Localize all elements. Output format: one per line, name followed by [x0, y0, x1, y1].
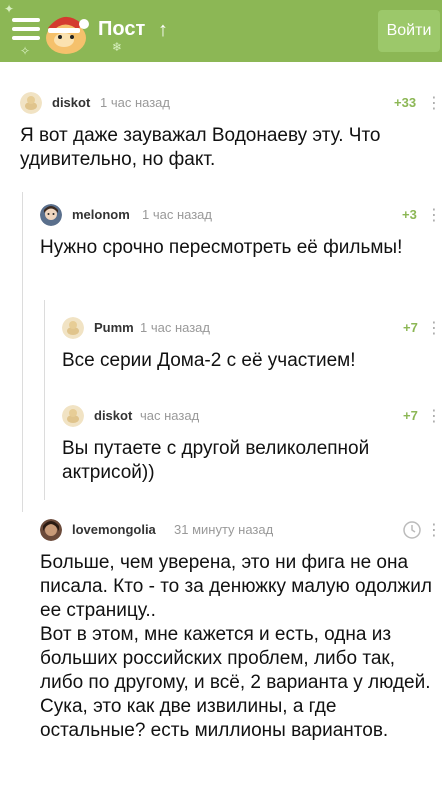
user-photo-avatar[interactable]: [40, 519, 62, 541]
more-vertical-icon[interactable]: ⋮: [426, 93, 442, 113]
garland-decoration: ✦: [4, 2, 15, 16]
scroll-up-icon[interactable]: ↑: [158, 19, 168, 42]
comment-rating: +3: [402, 207, 417, 222]
more-vertical-icon[interactable]: ⋮: [426, 520, 442, 540]
garland-decoration: ✧: [20, 44, 31, 58]
mascot-logo-icon: [46, 16, 89, 54]
more-vertical-icon[interactable]: ⋮: [426, 406, 442, 426]
comment-rating: +33: [394, 95, 417, 110]
comment: Pumm 1 час назад +7 ⋮ Все серии Дома-2 с…: [62, 317, 442, 373]
comment-timestamp: час назад: [140, 408, 200, 423]
default-avatar-icon[interactable]: [62, 405, 84, 427]
comment-text: Больше, чем уверена, это ни фига не она …: [40, 552, 432, 741]
comment-text: Нужно срочно пересмотреть её фильмы!: [40, 237, 403, 258]
login-button[interactable]: Войти: [378, 10, 440, 52]
more-vertical-icon[interactable]: ⋮: [426, 205, 442, 225]
comment-rating: +7: [403, 320, 418, 335]
comment-username[interactable]: melonom: [72, 207, 130, 222]
comment: diskot час назад +7 ⋮ Вы путаете с друго…: [62, 405, 442, 485]
top-bar: ✦ ❄ ✧ Пост ↑ Войти: [0, 0, 442, 62]
comment-text: Все серии Дома-2 с её участием!: [62, 350, 356, 371]
page-title: Пост: [98, 18, 146, 40]
comment-username[interactable]: diskot: [52, 95, 90, 110]
comment-timestamp: 1 час назад: [100, 95, 170, 110]
user-photo-avatar[interactable]: [40, 204, 62, 226]
comment: lovemongolia 31 минуту назад ⋮ Больше, ч…: [40, 519, 442, 743]
comment: melonom 1 час назад +3 ⋮ Нужно срочно пе…: [40, 204, 442, 260]
comment-timestamp: 1 час назад: [142, 207, 212, 222]
comment: diskot 1 час назад +33 ⋮ Я вот даже заув…: [20, 92, 442, 172]
default-avatar-icon[interactable]: [20, 92, 42, 114]
thread-line: [22, 192, 23, 512]
comment-timestamp: 31 минуту назад: [174, 522, 274, 537]
more-vertical-icon[interactable]: ⋮: [426, 318, 442, 338]
comment-text: Я вот даже зауважал Водонаеву эту. Что у…: [20, 125, 381, 170]
comment-timestamp: 1 час назад: [140, 320, 210, 335]
thread-line: [44, 300, 45, 500]
comment-rating: +7: [403, 408, 418, 423]
comment-username[interactable]: diskot: [94, 408, 132, 423]
comment-username[interactable]: Pumm: [94, 320, 134, 335]
garland-decoration: ❄: [112, 40, 123, 54]
comment-username[interactable]: lovemongolia: [72, 522, 156, 537]
comment-text: Вы путаете с другой великолепной актрисо…: [62, 438, 370, 483]
clock-icon: [403, 521, 421, 539]
default-avatar-icon[interactable]: [62, 317, 84, 339]
